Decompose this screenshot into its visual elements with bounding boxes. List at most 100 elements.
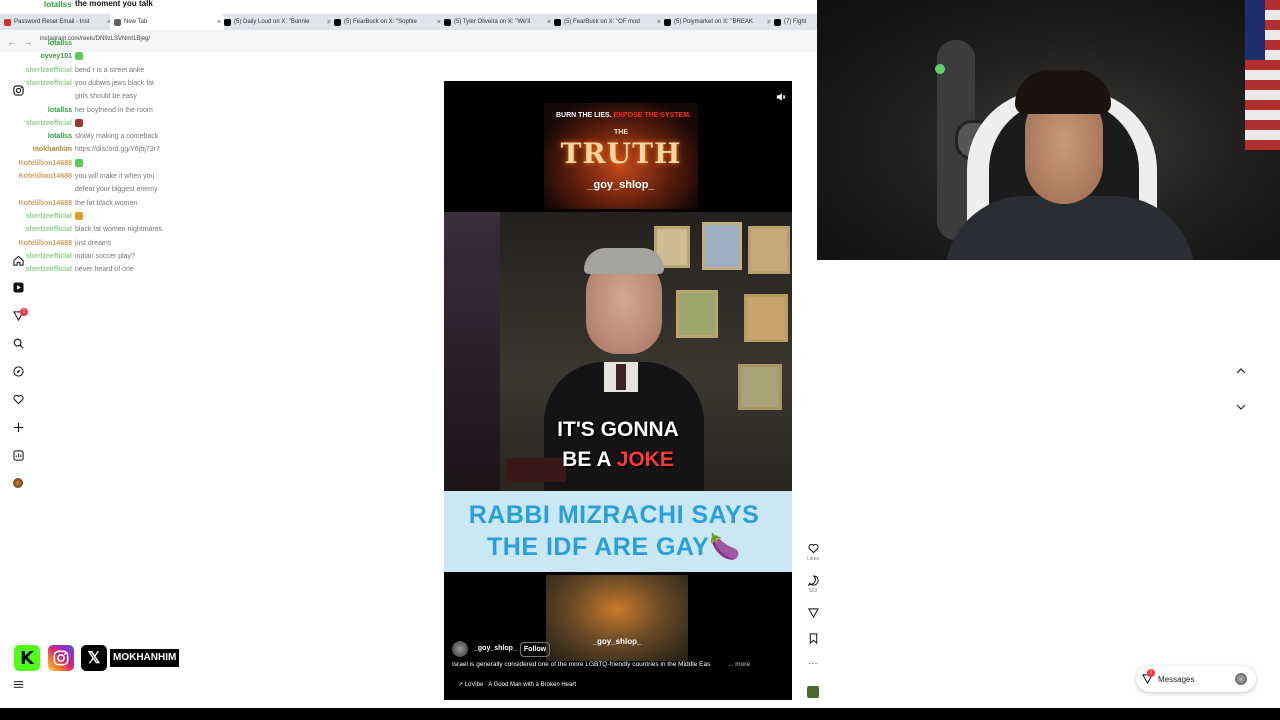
- chat-emote-icon: [75, 158, 83, 167]
- reel-description: Israel is generally considered one of th…: [452, 661, 711, 668]
- like-button[interactable]: Likes: [805, 543, 821, 562]
- chat-text: you dubwis jews black fat: [75, 79, 154, 87]
- tab-label: (5) FearBuck on X: "Sophie: [344, 19, 417, 25]
- messages-badge: 1: [1147, 669, 1155, 677]
- tab-favicon-icon: [114, 18, 121, 26]
- chat-message: Kotelillion14688 just dreams: [4, 239, 224, 248]
- chat-text: never heard of one: [75, 266, 134, 274]
- chat-username: sherlzeefficial: [25, 119, 72, 127]
- mute-icon[interactable]: [776, 89, 786, 101]
- more-link[interactable]: ... more: [728, 661, 750, 668]
- chat-username: sherlzeefficial: [25, 212, 72, 220]
- chat-username: oyvey101: [40, 53, 72, 61]
- comments-count: 523: [808, 588, 818, 594]
- chat-username: lotallss: [47, 133, 72, 141]
- chat-username: Kotelillion14688: [18, 239, 72, 247]
- banner-handle: _goy_shlop_: [587, 179, 655, 191]
- chat-text: girls should be easy: [75, 93, 137, 101]
- chat-header-message: the moment you talk: [75, 0, 153, 8]
- chat-message: lotallss her boyfriend in the room: [4, 106, 224, 115]
- audio-label: LoVibe · A Good Man with a Broken Heart: [464, 682, 576, 688]
- chat-message: Kotelillion14688 you will make it when yo…: [4, 172, 224, 181]
- chat-username: lotallss: [47, 40, 72, 47]
- profile-icon[interactable]: [10, 475, 26, 491]
- browser-tab[interactable]: New Tab ×: [110, 14, 224, 30]
- headline-line-1: RABBI MIZRACHI SAYS: [468, 501, 760, 529]
- browser-tab[interactable]: Password Reset Email - Inst ×: [0, 14, 114, 30]
- heart-icon[interactable]: [10, 391, 26, 407]
- banner-the: THE: [614, 129, 628, 136]
- save-button[interactable]: [805, 633, 821, 646]
- tab-favicon-icon: [444, 18, 451, 26]
- tab-favicon-icon: [664, 18, 671, 26]
- reel-player[interactable]: BURN THE LIES. EXPOSE THE SYSTEM. THE TR…: [444, 81, 792, 700]
- x-logo-icon: 𝕏: [81, 645, 107, 671]
- tab-label: Password Reset Email - Inst: [14, 19, 90, 25]
- create-icon[interactable]: [10, 419, 26, 435]
- author-avatar[interactable]: [452, 641, 468, 657]
- follow-button[interactable]: Follow: [520, 642, 550, 657]
- messages-button[interactable]: 1 Messages: [1136, 666, 1256, 692]
- tab-favicon-icon: [774, 18, 781, 26]
- chat-message: sherlzeefficial never heard of one: [4, 265, 224, 274]
- bottom-bar: [0, 708, 1280, 720]
- audio-track[interactable]: ↗ LoVibe · A Good Man with a Broken Hear…: [458, 681, 576, 688]
- truth-banner: BURN THE LIES. EXPOSE THE SYSTEM. THE TR…: [544, 103, 698, 209]
- chat-header-user: lotallss: [44, 0, 72, 9]
- explore-icon[interactable]: [10, 363, 26, 379]
- dashboard-icon[interactable]: [10, 447, 26, 463]
- chat-message: sherlzeefficial indian soccer play?: [4, 252, 224, 261]
- tab-favicon-icon: [224, 18, 231, 26]
- instagram-icon[interactable]: [10, 82, 26, 98]
- chat-text: defeat your biggest enemy: [75, 186, 158, 194]
- chat-message: defeat your biggest enemy: [4, 185, 224, 194]
- banner-title: TRUTH: [560, 137, 682, 170]
- more-options-button[interactable]: ···: [805, 658, 821, 668]
- previous-reel-button[interactable]: [1230, 364, 1252, 382]
- browser-tab-strip: Password Reset Email - Inst × New Tab × (5) …: [0, 14, 881, 30]
- browser-tab[interactable]: (5) FearBuck on X: "Sophie ×: [330, 14, 444, 30]
- browser-tab[interactable]: (5) Daily Loud on X: "Bonnie ×: [220, 14, 334, 30]
- browser-tab[interactable]: (5) FearBuck on X: "OF mod ×: [550, 14, 664, 30]
- chat-username: mokhanhim: [32, 146, 72, 154]
- caption-line-2-white: BE A: [562, 448, 611, 471]
- tab-label: (5) Tyler Oliveira on X: "We'll: [454, 19, 531, 25]
- bottom-art-handle: _goy_shlop_: [592, 637, 642, 646]
- search-icon[interactable]: [10, 335, 26, 351]
- headline-box: RABBI MIZRACHI SAYS THE IDF ARE GAY🍆: [444, 491, 792, 572]
- chat-text: the fat black women: [75, 199, 138, 207]
- audio-icon: ↗: [458, 682, 465, 688]
- social-handle: MOKHANHIM: [110, 649, 180, 667]
- browser-tab[interactable]: (5) Polymarket on X: "BREAK ×: [660, 14, 774, 30]
- chat-username: lotallss: [47, 106, 72, 114]
- home-icon[interactable]: [10, 252, 26, 268]
- comment-button[interactable]: 523: [805, 575, 821, 594]
- more-menu-icon[interactable]: [10, 676, 26, 692]
- webcam-overlay: [817, 0, 1280, 260]
- tab-favicon-icon: [334, 18, 341, 26]
- chat-username: sherlzeefficial: [25, 66, 72, 74]
- browser-tab[interactable]: (5) Tyler Oliveira on X: "We'll ×: [440, 14, 554, 30]
- tab-label: New Tab: [124, 19, 148, 25]
- banner-tagline-red: EXPOSE THE SYSTEM.: [613, 112, 691, 119]
- tab-favicon-icon: [4, 18, 11, 26]
- chat-username: sherlzeefficial: [25, 226, 72, 234]
- audio-thumbnail[interactable]: [807, 686, 819, 698]
- reels-icon[interactable]: [10, 279, 26, 295]
- tab-label: (5) Polymarket on X: "BREAK: [674, 19, 753, 25]
- next-reel-button[interactable]: [1230, 400, 1252, 418]
- caption-line-2-red: JOKE: [616, 448, 674, 471]
- chat-text: just dreams: [75, 239, 112, 247]
- bottom-art: _goy_shlop_: [546, 575, 688, 661]
- chat-emote-icon: [75, 52, 83, 61]
- chat-username: Kotelillion14688: [18, 159, 72, 167]
- tab-favicon-icon: [554, 18, 561, 26]
- instagram-logo-icon: [48, 645, 74, 671]
- author-name[interactable]: _goy_shlop_: [474, 645, 517, 652]
- chat-message: Kotelillion14688: [4, 158, 224, 168]
- tab-label: (7) Fight: [784, 19, 807, 25]
- chat-emote-icon: [75, 118, 83, 127]
- share-button[interactable]: [805, 607, 821, 620]
- chat-text: bend r is a street anke: [75, 66, 145, 74]
- messages-label: Messages: [1158, 675, 1195, 684]
